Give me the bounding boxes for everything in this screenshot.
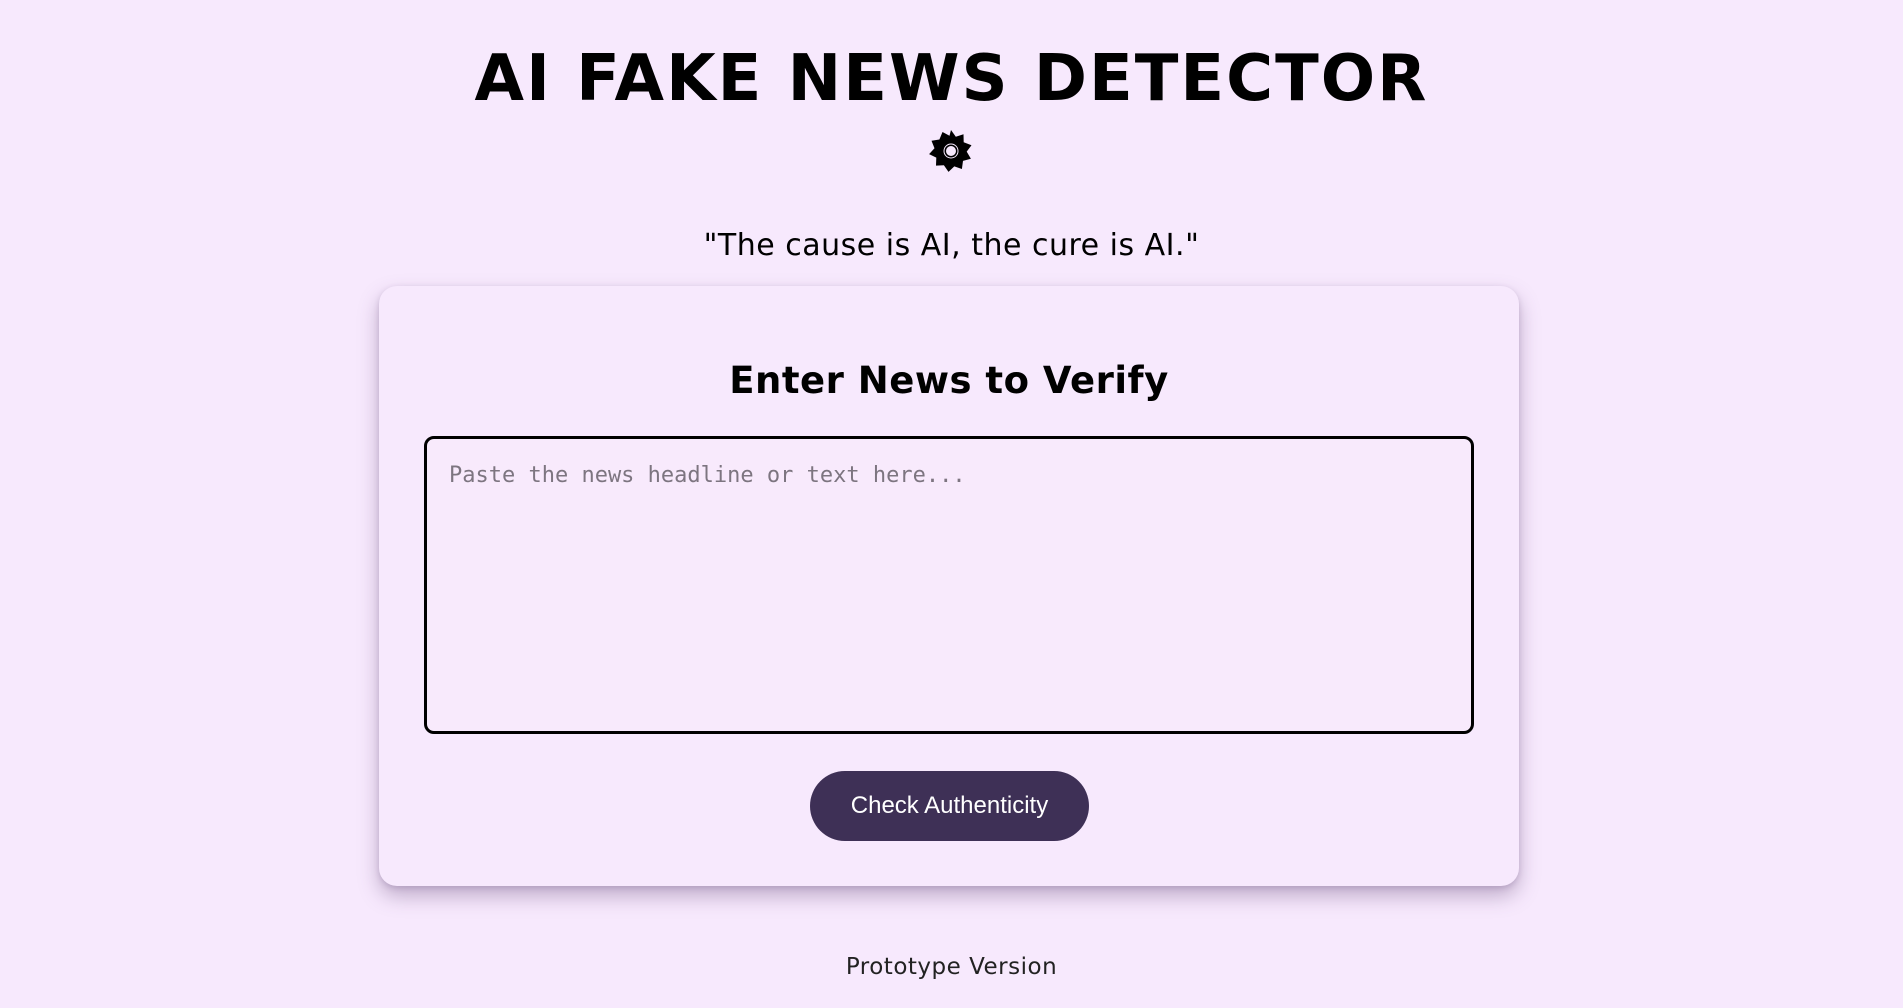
card-heading: Enter News to Verify bbox=[729, 359, 1169, 402]
news-input[interactable] bbox=[424, 436, 1474, 734]
footer-version-note: Prototype Version bbox=[845, 954, 1058, 980]
gear-icon bbox=[926, 128, 976, 178]
verify-card: Enter News to Verify Check Authenticity bbox=[379, 286, 1519, 886]
page-title: AI FAKE NEWS DETECTOR bbox=[474, 42, 1429, 116]
tagline: "The cause is AI, the cure is AI." bbox=[703, 228, 1200, 263]
check-authenticity-button[interactable]: Check Authenticity bbox=[810, 771, 1089, 841]
